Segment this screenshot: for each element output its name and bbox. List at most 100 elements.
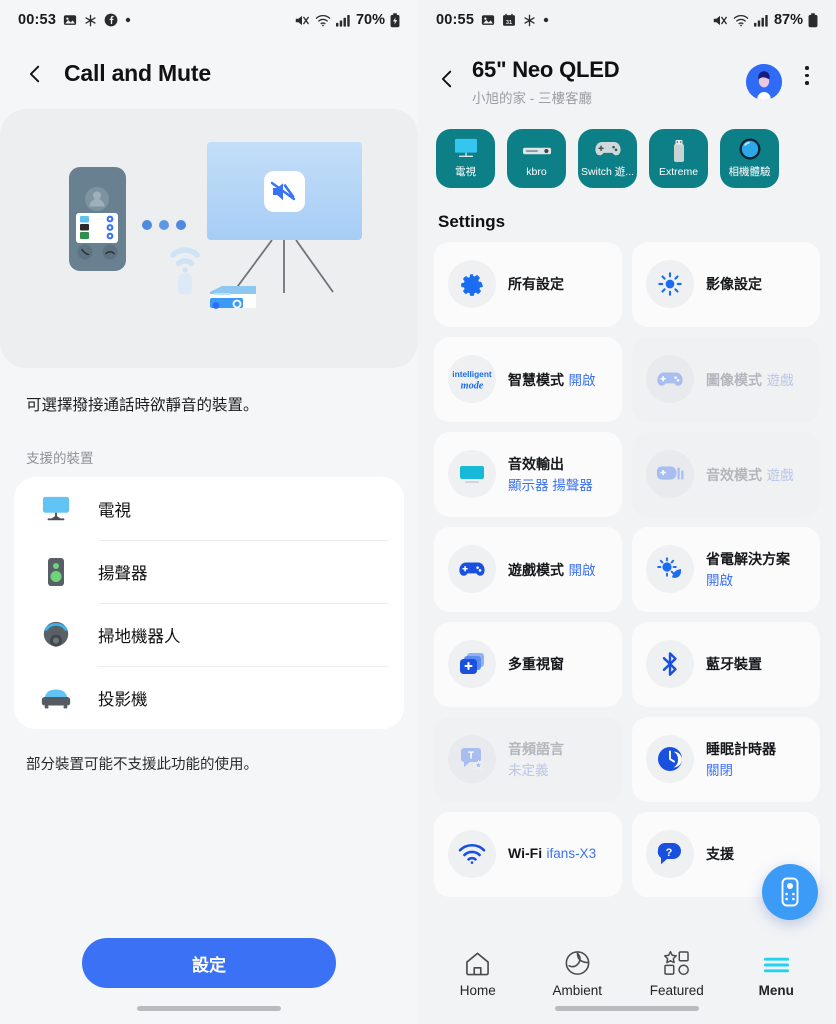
bottom-navigation: Home Ambient Featured Menu <box>418 948 836 998</box>
tile-title: 智慧模式 <box>508 371 564 388</box>
tile-game-mode[interactable]: 遊戲模式 開啟 <box>434 526 622 612</box>
supported-devices-list: 電視 揚聲器 掃地機器人 投影機 <box>14 477 404 730</box>
mute-icon <box>712 13 728 28</box>
tile-title: 音效模式 <box>706 466 762 483</box>
nav-item-menu[interactable]: Menu <box>735 948 817 998</box>
tile-picture-mode[interactable]: 圖像模式 遊戲 <box>632 336 820 422</box>
eco-icon <box>646 545 694 593</box>
tile-all-settings[interactable]: 所有設定 <box>434 241 622 327</box>
nav-label: Featured <box>649 983 704 998</box>
tile-sleep-timer[interactable]: 睡眠計時器 關閉 <box>632 716 820 802</box>
status-left-group: 00:53 <box>18 12 131 28</box>
gamepad-icon <box>594 137 622 161</box>
tile-eco-solution[interactable]: 省電解決方案 開啟 <box>632 526 820 612</box>
device-name: 65" Neo QLED <box>472 57 620 82</box>
source-tile-switch[interactable]: Switch 遊... <box>578 128 637 188</box>
svg-text:31: 31 <box>506 20 512 26</box>
remote-control-icon[interactable] <box>762 864 818 920</box>
tile-sound-mode[interactable]: 音效模式 遊戲 <box>632 431 820 517</box>
back-chevron-icon[interactable] <box>436 68 458 90</box>
tile-title: 遊戲模式 <box>508 561 564 578</box>
tile-title: 音頻語言 <box>508 740 564 757</box>
intelligent-mode-icon: intelligent mode <box>448 355 496 403</box>
nav-item-home[interactable]: Home <box>437 948 519 998</box>
tile-title: 音效輸出 <box>508 455 564 472</box>
robot-vacuum-icon <box>30 620 82 650</box>
nav-item-ambient[interactable]: Ambient <box>536 948 618 998</box>
brightness-icon <box>646 260 694 308</box>
home-icon <box>464 948 491 976</box>
dual-screenshot: 00:53 70% Call and Mute 可選擇撥接通話時欲靜音的裝置。 … <box>0 0 836 1024</box>
source-tile-tv[interactable]: 電視 <box>436 128 495 188</box>
audio-language-icon: T <box>448 735 496 783</box>
source-tile-kbro[interactable]: kbro <box>507 128 566 188</box>
sleep-timer-icon <box>646 735 694 783</box>
wifi-icon <box>733 14 749 27</box>
source-label: 電視 <box>455 166 476 178</box>
status-time: 00:53 <box>18 12 57 28</box>
settings-button[interactable]: 設定 <box>82 938 336 988</box>
featured-icon <box>663 948 690 976</box>
status-bar-left: 00:53 70% <box>0 0 418 40</box>
battery-icon <box>390 12 400 28</box>
tile-text: 省電解決方案 開啟 <box>706 549 806 590</box>
tile-title: 藍牙裝置 <box>706 656 762 672</box>
more-options-icon[interactable] <box>796 66 818 85</box>
call-mute-illustration <box>0 109 418 368</box>
tile-picture-settings[interactable]: 影像設定 <box>632 241 820 327</box>
gamepad-icon <box>646 355 694 403</box>
avatar[interactable] <box>746 64 782 100</box>
tile-sound-output[interactable]: 音效輸出 顯示器 揚聲器 <box>434 431 622 517</box>
dot-icon <box>543 17 549 23</box>
tile-multi-window[interactable]: 多重視窗 <box>434 621 622 707</box>
svg-text:?: ? <box>666 847 673 859</box>
speaker-icon <box>30 557 82 587</box>
tile-title: 支援 <box>706 846 734 862</box>
left-app-bar: Call and Mute <box>0 40 418 109</box>
tile-wifi[interactable]: Wi-Fi ifans-X3 <box>434 811 622 897</box>
signal-icon <box>335 14 351 27</box>
page-title: Call and Mute <box>64 60 211 86</box>
tile-value: 開啟 <box>706 572 733 588</box>
home-indicator[interactable] <box>555 1006 699 1011</box>
tile-text: 所有設定 <box>508 274 564 294</box>
tile-value: 顯示器 揚聲器 <box>508 477 593 493</box>
usb-drive-icon <box>672 139 686 163</box>
source-tile-extreme[interactable]: Extreme <box>649 128 708 188</box>
supported-devices-label: 支援的裝置 <box>26 451 94 467</box>
tile-text: 音頻語言 未定義 <box>508 739 608 780</box>
tile-text: 支援 <box>706 844 734 864</box>
gamepad-icon <box>448 545 496 593</box>
tile-text: 藍牙裝置 <box>706 654 762 674</box>
settings-grid: 所有設定 影像設定 intelligent mode 智慧模式 開啟 圖像模式 … <box>418 241 836 897</box>
camera-lens-icon <box>738 137 762 161</box>
tile-text: 睡眠計時器 關閉 <box>706 739 806 780</box>
list-item-label: 揚聲器 <box>98 564 148 583</box>
tile-text: Wi-Fi ifans-X3 <box>508 845 596 863</box>
source-tile-camera[interactable]: 相機體驗 <box>720 128 779 188</box>
tv-icon <box>453 137 479 161</box>
list-item[interactable]: 投影機 <box>14 666 404 729</box>
dot-icon <box>125 17 131 23</box>
device-title-block: 65" Neo QLED 小旭的家 - 三樓客廳 <box>472 56 732 107</box>
snowflake-icon <box>84 14 97 27</box>
tile-intelligent-mode[interactable]: intelligent mode 智慧模式 開啟 <box>434 336 622 422</box>
tile-value: 遊戲 <box>766 467 794 483</box>
list-item[interactable]: 揚聲器 <box>14 540 404 603</box>
device-location: 小旭的家 - 三樓客廳 <box>472 90 592 106</box>
nav-item-featured[interactable]: Featured <box>636 948 718 998</box>
battery-percent: 87% <box>773 12 803 28</box>
source-tiles: 電視 kbro Switch 遊... Extreme 相機體驗 <box>418 111 836 188</box>
tile-audio-language[interactable]: T 音頻語言 未定義 <box>434 716 622 802</box>
tile-bluetooth[interactable]: 藍牙裝置 <box>632 621 820 707</box>
bluetooth-icon <box>646 640 694 688</box>
photo-icon <box>481 13 495 27</box>
list-item[interactable]: 掃地機器人 <box>14 603 404 666</box>
back-chevron-icon[interactable] <box>24 63 46 85</box>
list-item[interactable]: 電視 <box>14 477 404 540</box>
home-indicator[interactable] <box>137 1006 281 1011</box>
tile-title: 睡眠計時器 <box>706 740 776 757</box>
wifi-icon <box>315 14 331 27</box>
source-label: 相機體驗 <box>728 166 771 178</box>
list-item-label: 投影機 <box>98 690 148 709</box>
